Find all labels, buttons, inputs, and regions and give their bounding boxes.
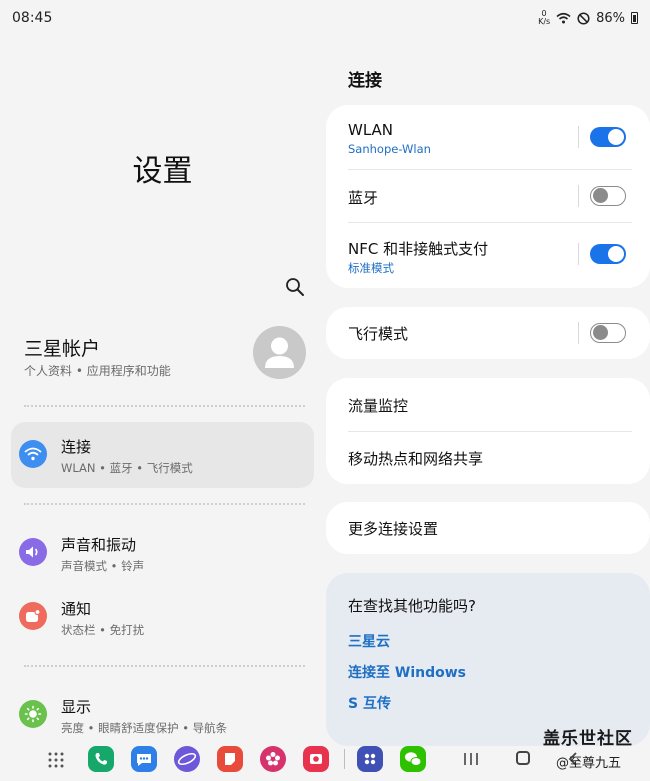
more-card: 更多连接设置	[326, 502, 650, 554]
gallery-app-icon[interactable]	[260, 746, 286, 772]
status-icons: 0 K/s 86%	[538, 10, 638, 26]
do-not-disturb-icon	[577, 11, 590, 25]
nfc-title: NFC 和非接触式支付	[348, 240, 489, 258]
link-quick-share[interactable]: S 互传	[348, 693, 391, 713]
notes-app-icon[interactable]	[217, 746, 243, 772]
airplane-row[interactable]: 飞行模式	[326, 307, 650, 359]
menu-item-notifications[interactable]: 通知 状态栏 • 免打扰	[11, 584, 314, 650]
divider	[24, 503, 305, 505]
watermark-author: @至尊九五	[556, 756, 622, 771]
airplane-card: 飞行模式	[326, 307, 650, 359]
dock-divider	[344, 749, 345, 769]
menu-item-subtitle: 声音模式 • 铃声	[61, 559, 145, 573]
vertical-divider	[578, 322, 579, 344]
wechat-app-icon[interactable]	[400, 746, 426, 772]
phone-app-icon[interactable]	[88, 746, 114, 772]
connections-pane: 连接 WLAN Sanhope-Wlan 蓝牙 NFC 和非接触式支付 标准模式…	[325, 36, 650, 746]
camera-app-icon[interactable]	[303, 746, 329, 772]
menu-item-title: 声音和振动	[61, 536, 137, 554]
airplane-toggle[interactable]	[590, 323, 626, 343]
bluetooth-title: 蓝牙	[348, 189, 379, 207]
battery-icon	[631, 12, 638, 24]
nfc-toggle[interactable]	[590, 244, 626, 264]
menu-item-connections[interactable]: 连接 WLAN • 蓝牙 • 飞行模式	[11, 422, 314, 488]
more-connection-settings-title: 更多连接设置	[348, 520, 439, 538]
menu-item-subtitle: 亮度 • 眼睛舒适度保护 • 导航条	[61, 721, 228, 735]
more-connection-settings-row[interactable]: 更多连接设置	[326, 502, 650, 554]
page-title: 设置	[132, 154, 193, 189]
wlan-toggle[interactable]	[590, 127, 626, 147]
status-time: 08:45	[12, 10, 53, 26]
menu-item-subtitle: 状态栏 • 免打扰	[61, 623, 145, 637]
vertical-divider	[578, 126, 579, 148]
network-speed: 0 K/s	[538, 9, 551, 26]
bluetooth-row[interactable]: 蓝牙	[326, 170, 650, 222]
connections-card: WLAN Sanhope-Wlan 蓝牙 NFC 和非接触式支付 标准模式	[326, 105, 650, 288]
hotspot-title: 移动热点和网络共享	[348, 450, 484, 468]
settings-menu-pane: 设置 三星帐户 个人资料 • 应用程序和功能 连接 WLAN • 蓝牙 • 飞行…	[0, 36, 325, 746]
brightness-icon	[19, 700, 47, 728]
internet-app-icon[interactable]	[174, 746, 200, 772]
menu-item-title: 通知	[61, 600, 92, 618]
suggestions-card: 在查找其他功能吗? 三星云 连接至 Windows S 互传	[326, 573, 650, 746]
wlan-row[interactable]: WLAN Sanhope-Wlan	[326, 105, 650, 169]
menu-item-sound[interactable]: 声音和振动 声音模式 • 铃声	[11, 520, 314, 586]
wlan-network-name: Sanhope-Wlan	[348, 142, 431, 156]
bluetooth-toggle[interactable]	[590, 186, 626, 206]
messages-app-icon[interactable]	[131, 746, 157, 772]
wifi-status-icon	[556, 12, 571, 24]
divider	[24, 665, 305, 667]
watermark-title: 盖乐世社区	[543, 729, 633, 749]
hotspot-row[interactable]: 移动热点和网络共享	[326, 432, 650, 484]
home-icon[interactable]	[516, 751, 530, 765]
suggestions-title: 在查找其他功能吗?	[348, 597, 476, 615]
status-bar: 08:45 0 K/s 86%	[0, 0, 650, 36]
avatar[interactable]	[253, 326, 306, 379]
battery-percent: 86%	[596, 10, 625, 26]
apps-grid-icon[interactable]	[48, 752, 64, 768]
data-usage-row[interactable]: 流量监控	[326, 378, 650, 431]
samsung-account-item[interactable]: 三星帐户 个人资料 • 应用程序和功能	[0, 318, 325, 398]
menu-item-title: 连接	[61, 438, 92, 456]
account-subtitle: 个人资料 • 应用程序和功能	[24, 364, 171, 378]
person-icon	[265, 337, 294, 368]
nfc-mode: 标准模式	[348, 261, 394, 275]
account-name: 三星帐户	[24, 338, 101, 360]
link-samsung-cloud[interactable]: 三星云	[348, 631, 390, 651]
airplane-title: 飞行模式	[348, 325, 409, 343]
vertical-divider	[578, 185, 579, 207]
app-pair-icon[interactable]	[357, 746, 383, 772]
divider	[24, 405, 305, 407]
notification-icon	[19, 602, 47, 630]
data-card: 流量监控 移动热点和网络共享	[326, 378, 650, 484]
menu-item-display[interactable]: 显示 亮度 • 眼睛舒适度保护 • 导航条	[11, 682, 314, 748]
speaker-icon	[19, 538, 47, 566]
recents-icon[interactable]	[463, 752, 479, 766]
section-title: 连接	[348, 71, 382, 91]
menu-item-title: 显示	[61, 698, 92, 716]
wlan-title: WLAN	[348, 121, 394, 139]
nfc-row[interactable]: NFC 和非接触式支付 标准模式	[326, 223, 650, 288]
data-usage-title: 流量监控	[348, 397, 409, 415]
link-windows[interactable]: 连接至 Windows	[348, 662, 466, 682]
vertical-divider	[578, 243, 579, 265]
wifi-icon	[19, 440, 47, 468]
search-icon[interactable]	[284, 276, 306, 298]
menu-item-subtitle: WLAN • 蓝牙 • 飞行模式	[61, 461, 193, 475]
